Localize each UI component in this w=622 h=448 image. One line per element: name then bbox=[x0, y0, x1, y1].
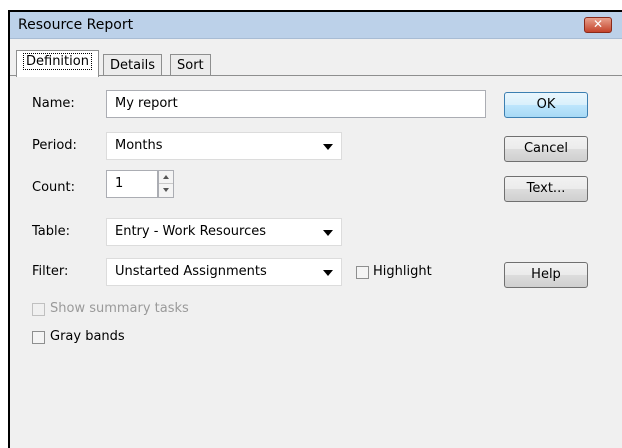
chevron-down-icon bbox=[323, 270, 333, 276]
period-value: Months bbox=[115, 138, 163, 153]
count-input[interactable]: 1 bbox=[106, 170, 158, 198]
gray-bands-checkbox[interactable] bbox=[32, 331, 45, 344]
count-spinner[interactable] bbox=[158, 170, 174, 198]
window-title: Resource Report bbox=[18, 17, 134, 33]
resource-report-dialog: Resource Report ✕ Definition Details Sor… bbox=[8, 10, 622, 448]
table-label: Table: bbox=[32, 224, 70, 239]
text-button[interactable]: Text... bbox=[504, 176, 588, 202]
chevron-down-icon bbox=[323, 230, 333, 236]
name-input[interactable]: My report bbox=[106, 90, 486, 118]
name-label: Name: bbox=[32, 96, 75, 111]
chevron-down-icon bbox=[323, 144, 333, 150]
gray-bands-label: Gray bands bbox=[50, 329, 125, 344]
tab-details[interactable]: Details bbox=[103, 54, 163, 76]
table-dropdown[interactable]: Entry - Work Resources bbox=[106, 218, 342, 246]
show-summary-checkbox bbox=[32, 303, 45, 316]
close-icon: ✕ bbox=[592, 17, 604, 31]
count-label: Count: bbox=[32, 180, 75, 195]
tab-panel-border bbox=[10, 75, 622, 76]
close-button[interactable]: ✕ bbox=[584, 17, 612, 33]
filter-value: Unstarted Assignments bbox=[115, 264, 267, 279]
period-dropdown[interactable]: Months bbox=[106, 132, 342, 160]
tab-sort[interactable]: Sort bbox=[170, 54, 211, 76]
highlight-label: Highlight bbox=[373, 264, 432, 279]
period-label: Period: bbox=[32, 138, 77, 153]
title-bar: Resource Report ✕ bbox=[10, 12, 622, 39]
tab-details-label: Details bbox=[110, 58, 156, 73]
tab-sort-label: Sort bbox=[177, 58, 204, 73]
filter-label: Filter: bbox=[32, 264, 69, 279]
spin-down-icon[interactable] bbox=[159, 184, 173, 197]
name-label-text: Name: bbox=[32, 96, 75, 111]
help-button[interactable]: Help bbox=[504, 262, 588, 288]
tab-definition[interactable]: Definition bbox=[16, 50, 99, 77]
highlight-checkbox[interactable] bbox=[356, 266, 369, 279]
show-summary-label: Show summary tasks bbox=[50, 301, 189, 316]
cancel-button[interactable]: Cancel bbox=[504, 136, 588, 162]
spin-up-icon[interactable] bbox=[159, 171, 173, 184]
tab-definition-label: Definition bbox=[23, 53, 92, 70]
ok-button[interactable]: OK bbox=[504, 92, 588, 118]
table-value: Entry - Work Resources bbox=[115, 224, 266, 239]
filter-dropdown[interactable]: Unstarted Assignments bbox=[106, 258, 342, 286]
